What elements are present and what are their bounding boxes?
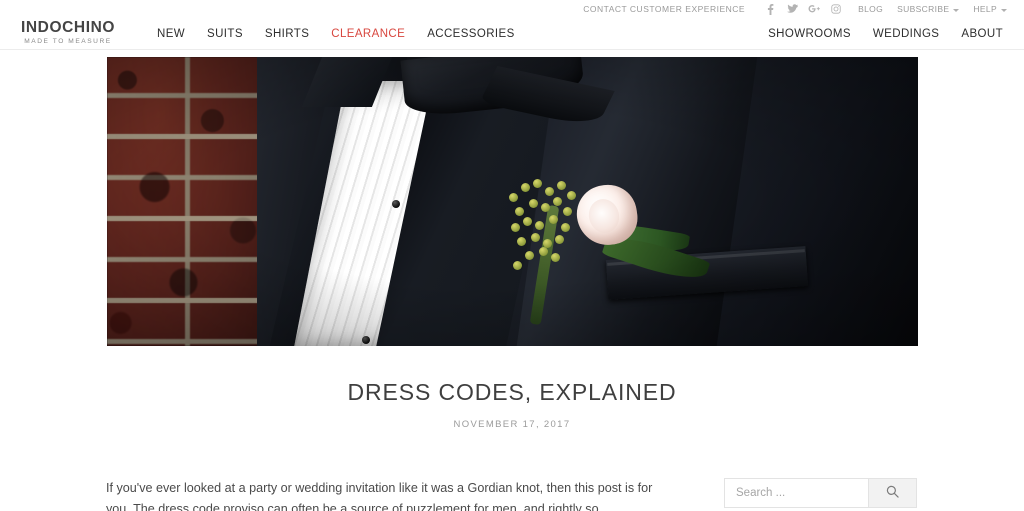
main-header: INDOCHINO MADE TO MEASURE NEW SUITS SHIR…: [0, 18, 1024, 50]
nav-item-accessories[interactable]: ACCESSORIES: [416, 28, 525, 40]
boutonniere-berry: [560, 223, 570, 232]
boutonniere-berry: [550, 253, 560, 262]
nav-item-suits[interactable]: SUITS: [196, 28, 254, 40]
boutonniere-berry: [544, 187, 554, 196]
boutonniere-berry: [516, 237, 526, 246]
article-header: DRESS CODES, EXPLAINED NOVEMBER 17, 2017: [0, 378, 1024, 430]
instagram-icon[interactable]: [825, 0, 847, 18]
social-icon-group: [755, 0, 851, 18]
brand-logo[interactable]: INDOCHINO MADE TO MEASURE: [16, 20, 120, 47]
brand-tagline: MADE TO MEASURE: [24, 38, 112, 45]
boutonniere-berry: [530, 233, 540, 242]
help-label: HELP: [973, 4, 997, 14]
boutonniere-berry: [514, 207, 524, 216]
chevron-down-icon: [1001, 8, 1007, 12]
boutonniere-berry: [540, 203, 550, 212]
boutonniere-berry: [556, 181, 566, 190]
boutonniere-berry: [534, 221, 544, 230]
post-body-paragraph: If you've ever looked at a party or wedd…: [106, 481, 653, 511]
help-menu[interactable]: HELP: [966, 0, 1014, 18]
content-row: If you've ever looked at a party or wedd…: [0, 478, 1024, 511]
boutonniere-berries: [505, 177, 591, 273]
sidebar: [724, 478, 918, 508]
boutonniere-berry: [510, 223, 520, 232]
subscribe-label: SUBSCRIBE: [897, 4, 950, 14]
boutonniere-berry: [552, 197, 562, 206]
magnifier-icon: [886, 485, 899, 501]
boutonniere-berry: [554, 235, 564, 244]
search-input[interactable]: [724, 478, 868, 508]
hero-image-wrap: [0, 50, 1024, 346]
page-title: DRESS CODES, EXPLAINED: [347, 379, 677, 405]
boutonniere-berry: [512, 261, 522, 270]
boutonniere-berry: [522, 217, 532, 226]
boutonniere-berry: [508, 193, 518, 202]
nav-item-new[interactable]: NEW: [146, 28, 196, 40]
post-date: NOVEMBER 17, 2017: [453, 419, 571, 430]
brick-wall-rows: [106, 57, 277, 346]
boutonniere-berry: [528, 199, 538, 208]
chevron-down-icon: [953, 8, 960, 12]
boutonniere-berry: [520, 183, 530, 192]
twitter-icon[interactable]: [781, 0, 803, 18]
search-button[interactable]: [868, 478, 917, 508]
nav-item-shirts[interactable]: SHIRTS: [254, 28, 320, 40]
utility-bar: CONTACT CUSTOMER EXPERIENCE BLOG SUBSCRI…: [0, 0, 1024, 18]
subscribe-menu[interactable]: SUBSCRIBE: [890, 0, 966, 18]
nav-item-about[interactable]: ABOUT: [950, 28, 1014, 40]
google-plus-icon[interactable]: [803, 0, 825, 18]
nav-item-weddings[interactable]: WEDDINGS: [862, 28, 950, 40]
brand-name: INDOCHINO: [20, 19, 116, 36]
shirt-stud: [391, 200, 400, 208]
boutonniere-berry: [532, 179, 542, 188]
secondary-navigation: SHOWROOMS WEDDINGS ABOUT: [757, 28, 1014, 40]
boutonniere-berry: [566, 191, 576, 200]
boutonniere-berry: [538, 247, 548, 256]
shirt-stud: [361, 336, 370, 344]
primary-navigation: NEW SUITS SHIRTS CLEARANCE ACCESSORIES: [146, 28, 526, 40]
blog-link[interactable]: BLOG: [851, 0, 890, 18]
facebook-icon[interactable]: [759, 0, 781, 18]
nav-item-clearance[interactable]: CLEARANCE: [320, 28, 416, 40]
hero-image: [106, 57, 918, 346]
boutonniere-berry: [524, 251, 534, 260]
boutonniere-berry: [548, 215, 558, 224]
boutonniere-berry: [562, 207, 572, 216]
nav-item-showrooms[interactable]: SHOWROOMS: [757, 28, 862, 40]
contact-customer-experience-link[interactable]: CONTACT CUSTOMER EXPERIENCE: [576, 0, 755, 18]
